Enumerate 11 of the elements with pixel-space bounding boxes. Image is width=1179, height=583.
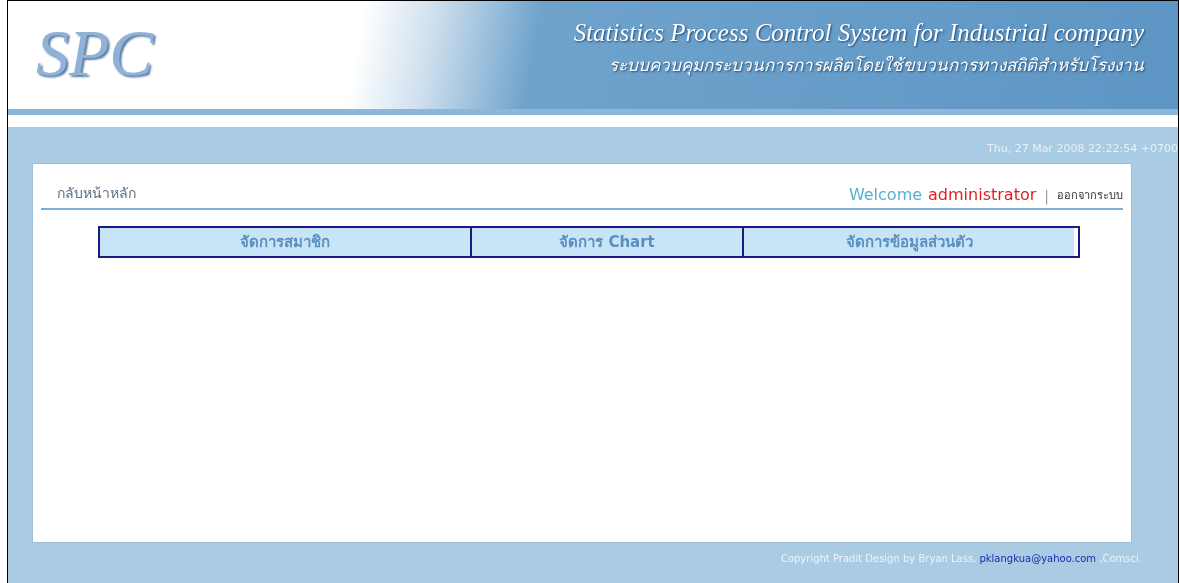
email-link[interactable]: pklangkua@yahoo.com <box>979 553 1097 564</box>
logout-link[interactable]: ออกจากระบบ <box>1057 186 1123 204</box>
username: administrator <box>928 185 1037 204</box>
site-title: Statistics Process Control System for Industrial company <box>573 19 1144 47</box>
site-subtitle: ระบบควบคุมกระบวนการการผลิตโดยใช้ขบวนการทางสถิติสำหรับโรงงาน <box>609 54 1144 78</box>
separator: | <box>1044 188 1049 204</box>
footer-text: Copyright Pradit Design by Bryan Lass, pklangkua@yahoo.com ,Comsci. <box>780 552 1143 564</box>
home-link[interactable]: กลับหน้าหลัก <box>57 182 136 204</box>
logo: SPC <box>35 15 155 91</box>
date-time: Thu, 27 Mar 2008 22:22:54 +0700 <box>987 141 1178 157</box>
welcome-text: Welcome <box>848 185 923 204</box>
